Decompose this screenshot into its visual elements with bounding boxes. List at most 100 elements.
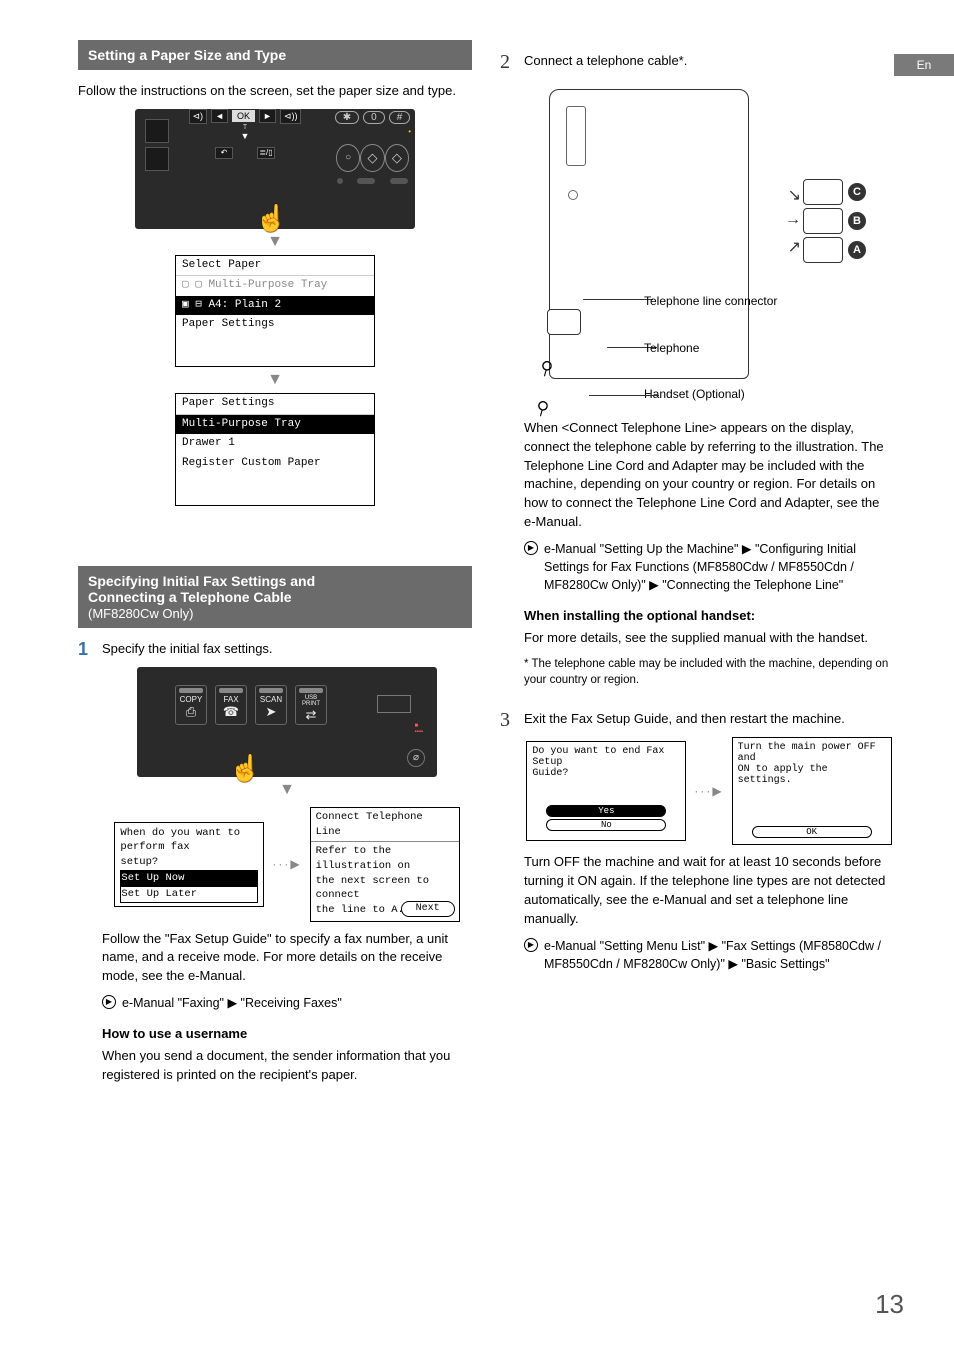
- arrow-down-icon: ▼: [102, 781, 472, 799]
- fax-icon: ☎: [216, 704, 246, 720]
- sec2-l1: Specifying Initial Fax Settings and: [88, 573, 315, 589]
- step1-text: Specify the initial fax settings.: [102, 640, 472, 659]
- arrow-to-port-c-icon: ↘: [788, 185, 801, 205]
- reference-icon: ▶: [524, 541, 538, 555]
- setup-now-option: Set Up Now: [120, 870, 258, 887]
- hand-pointer-icon: [255, 203, 283, 235]
- copy-button: COPY⎙: [175, 685, 207, 725]
- lcd1-title: Select Paper: [176, 256, 374, 276]
- error-led-icon: ■▪▪▪▪: [414, 723, 423, 735]
- lcd1-row3: Paper Settings: [176, 315, 374, 334]
- usb-print-button: USB PRINT⇄: [295, 685, 327, 725]
- arrow-down-icon: ▼: [78, 371, 472, 389]
- indicator-dot: •: [330, 127, 411, 136]
- sec2-l2: Connecting a Telephone Cable: [88, 589, 292, 605]
- telephone-cable-footnote: * The telephone cable may be included wi…: [524, 656, 894, 688]
- scan-icon: ➤: [256, 704, 286, 720]
- t-label: T: [180, 124, 310, 131]
- lcd2-title: Paper Settings: [176, 394, 374, 414]
- doc-key-icon: ≣/▯: [257, 147, 275, 159]
- progression-arrow-icon: ···▶: [694, 784, 723, 798]
- step2-number: 2: [500, 52, 516, 696]
- section1-intro: Follow the instructions on the screen, s…: [78, 82, 472, 101]
- setup-later-option: Set Up Later: [120, 886, 258, 903]
- step2-text: Connect a telephone cable*.: [524, 52, 894, 71]
- page-number: 13: [875, 1289, 904, 1320]
- lcd1-row2: ▣ ⊟ A4: Plain 2: [176, 296, 374, 315]
- lcd-paper-settings: Paper Settings Multi-Purpose Tray Drawer…: [175, 393, 375, 506]
- yes-button: Yes: [546, 805, 666, 817]
- handset-heading: When installing the optional handset:: [524, 608, 894, 623]
- nav-right-key: ►: [259, 109, 276, 123]
- right-column: 2 Connect a telephone cable*. C B A ⌕ ⌕: [500, 40, 894, 1099]
- handset-paragraph: For more details, see the supplied manua…: [524, 629, 894, 648]
- telephone-connection-diagram: C B A ⌕ ⌕ Telephone line connector Telep…: [539, 79, 879, 409]
- lcd-select-paper: Select Paper ▢ ▢ Multi-Purpose Tray ▣ ⊟ …: [175, 255, 375, 368]
- page-content: Setting a Paper Size and Type Follow the…: [0, 0, 954, 1129]
- vol-down-icon: ⊲): [189, 109, 208, 124]
- emanual-ref-faxing: ▶ e-Manual "Faxing" ▶ "Receiving Faxes": [102, 994, 472, 1012]
- fax-button: FAX☎: [215, 685, 247, 725]
- section-heading-fax: Specifying Initial Fax Settings and Conn…: [78, 566, 472, 628]
- label-line-connector: Telephone line connector: [644, 294, 777, 308]
- copy-icon: ⎙: [176, 704, 206, 720]
- star-key: ✱: [335, 111, 359, 124]
- fax-setup-screens: When do you want to perform fax setup? S…: [102, 807, 472, 922]
- zero-key: 0: [363, 111, 385, 124]
- start-key-icon: ◇: [360, 144, 384, 172]
- progression-arrow-icon: ···▶: [272, 857, 301, 871]
- arrow-to-port-b-icon: →: [785, 211, 801, 229]
- lcd1-row1: ▢ ▢ Multi-Purpose Tray: [176, 276, 374, 295]
- vol-up-icon: ⊲)): [280, 109, 302, 124]
- hand-pointer-icon: [229, 753, 257, 785]
- step1-paragraph: Follow the "Fax Setup Guide" to specify …: [102, 930, 472, 987]
- control-panel-fax-illustration: COPY⎙ FAX☎ SCAN➤ USB PRINT⇄ ⌀ ■▪▪▪▪: [137, 667, 437, 777]
- lcd-end-fax-guide: Do you want to end Fax Setup Guide? Yes …: [526, 741, 686, 841]
- language-tab: En: [894, 54, 954, 76]
- username-heading: How to use a username: [102, 1026, 472, 1041]
- label-handset: Handset (Optional): [644, 387, 745, 401]
- lcd2-row2: Drawer 1: [176, 434, 374, 453]
- step3-paragraph: Turn OFF the machine and wait for at lea…: [524, 853, 894, 928]
- start-key2-icon: ◇: [385, 144, 409, 172]
- lcd-power-off-on: Turn the main power OFF and ON to apply …: [732, 737, 892, 845]
- lcd-fax-setup-when: When do you want to perform fax setup? S…: [114, 822, 264, 907]
- reference-icon: ▶: [102, 995, 116, 1009]
- back-key-icon: ↶: [215, 147, 233, 159]
- username-paragraph: When you send a document, the sender inf…: [102, 1047, 472, 1085]
- arrow-to-port-a-icon: ↗: [788, 237, 801, 257]
- end-guide-screens: Do you want to end Fax Setup Guide? Yes …: [524, 737, 894, 845]
- ok-button: OK: [752, 826, 872, 838]
- lcd2-row1: Multi-Purpose Tray: [176, 415, 374, 434]
- nav-left-key: ◄: [211, 109, 228, 123]
- control-panel-illustration: ⊲) ◄ OK ► ⊲)) T ▼ ↶ ≣/▯ ✱ 0 # • ○ ◇: [135, 109, 415, 229]
- usb-icon: ⇄: [296, 707, 326, 723]
- scan-button: SCAN➤: [255, 685, 287, 725]
- label-telephone: Telephone: [644, 341, 699, 355]
- left-column: Setting a Paper Size and Type Follow the…: [78, 40, 472, 1099]
- port-b: B: [803, 208, 843, 234]
- next-button: Next: [401, 901, 455, 917]
- nav-down-icon: ▼: [180, 131, 310, 141]
- step-3: 3 Exit the Fax Setup Guide, and then res…: [500, 710, 894, 978]
- port-c: C: [803, 179, 843, 205]
- step1-number: 1: [78, 640, 94, 1093]
- step-2: 2 Connect a telephone cable*. C B A ⌕ ⌕: [500, 52, 894, 696]
- emanual-ref-setup: ▶ e-Manual "Setting Up the Machine" ▶ "C…: [524, 540, 894, 594]
- lcd-connect-telephone-line: Connect Telephone Line Refer to the illu…: [310, 807, 460, 922]
- arrow-down-icon: ▼: [78, 233, 472, 251]
- step3-number: 3: [500, 710, 516, 978]
- port-a: A: [803, 237, 843, 263]
- emanual-ref-menu: ▶ e-Manual "Setting Menu List" ▶ "Fax Se…: [524, 937, 894, 973]
- section-heading-paper: Setting a Paper Size and Type: [78, 40, 472, 70]
- reference-icon: ▶: [524, 938, 538, 952]
- no-button: No: [546, 819, 666, 831]
- ok-key: OK: [232, 110, 255, 122]
- lcd2-row3: Register Custom Paper: [176, 454, 374, 473]
- step3-text: Exit the Fax Setup Guide, and then resta…: [524, 710, 894, 729]
- hash-key: #: [389, 111, 411, 124]
- stop-key-icon: ○: [336, 144, 360, 172]
- step2-paragraph: When <Connect Telephone Line> appears on…: [524, 419, 894, 532]
- clear-key-icon: ⌀: [407, 749, 425, 767]
- step-1: 1 Specify the initial fax settings. COPY…: [78, 640, 472, 1093]
